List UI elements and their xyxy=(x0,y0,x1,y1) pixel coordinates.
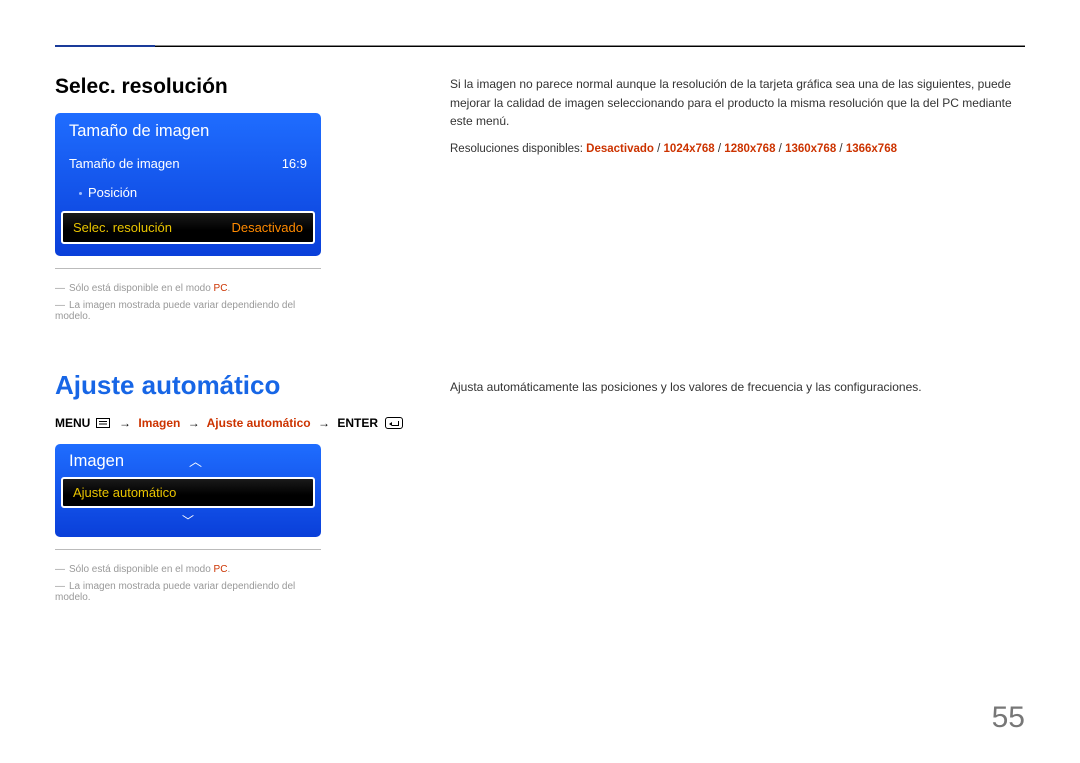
osd-panel-imagen: Imagen ︿ Ajuste automático ﹀ xyxy=(55,444,321,537)
footnote-pc-only-1: ―Sólo está disponible en el modo PC. xyxy=(55,283,321,294)
section1-description: Si la imagen no parece normal aunque la … xyxy=(450,75,1025,131)
footnote-image-vary-1: ―La imagen mostrada puede variar dependi… xyxy=(55,300,321,322)
page-number: 55 xyxy=(992,701,1025,735)
section2-title: Ajuste automático xyxy=(55,370,415,401)
osd1-row-tamano[interactable]: Tamaño de imagen 16:9 xyxy=(55,149,321,178)
osd1-row-posicion[interactable]: Posición xyxy=(55,178,321,207)
osd1-row2-label: Posición xyxy=(79,185,137,200)
top-rule xyxy=(55,45,1025,47)
menu-icon xyxy=(96,418,110,428)
osd-panel-tamano: Tamaño de imagen Tamaño de imagen 16:9 P… xyxy=(55,113,321,256)
menu-path: MENU → Imagen → Ajuste automático → ENTE… xyxy=(55,415,415,430)
osd1-hl-label: Selec. resolución xyxy=(73,220,172,235)
section1-footnotes: ―Sólo está disponible en el modo PC. ―La… xyxy=(55,268,321,322)
section2-footnotes: ―Sólo está disponible en el modo PC. ―La… xyxy=(55,549,321,603)
osd2-row-ajuste-auto[interactable]: Ajuste automático xyxy=(61,477,315,508)
footnote-pc-only-2: ―Sólo está disponible en el modo PC. xyxy=(55,564,321,575)
resolutions-line: Resoluciones disponibles: Desactivado / … xyxy=(450,143,1025,155)
section1-title: Selec. resolución xyxy=(55,75,415,99)
chevron-up-icon[interactable]: ︿ xyxy=(124,455,267,468)
footnote-image-vary-2: ―La imagen mostrada puede variar dependi… xyxy=(55,581,321,603)
osd1-row1-label: Tamaño de imagen xyxy=(69,156,180,171)
enter-icon xyxy=(385,417,403,429)
chevron-down-icon[interactable]: ﹀ xyxy=(55,508,321,537)
osd2-header: Imagen xyxy=(69,452,124,471)
osd1-header: Tamaño de imagen xyxy=(55,113,321,149)
osd1-hl-value: Desactivado xyxy=(231,220,303,235)
osd2-hl-label: Ajuste automático xyxy=(73,485,176,500)
section2-description: Ajusta automáticamente las posiciones y … xyxy=(450,378,1025,397)
osd1-row-selec-resolucion[interactable]: Selec. resolución Desactivado xyxy=(61,211,315,244)
osd1-row1-value: 16:9 xyxy=(282,156,307,171)
